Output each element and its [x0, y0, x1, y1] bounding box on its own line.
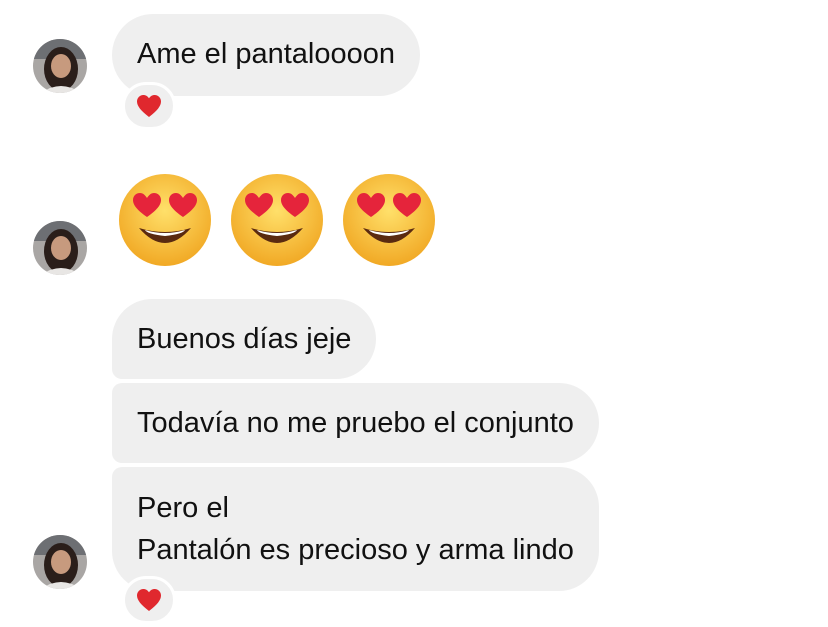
emoji-message[interactable] [117, 172, 437, 268]
message-bubble[interactable]: Pero el Pantalón es precioso y arma lind… [112, 467, 599, 591]
message-text: Ame el pantaloooon [137, 38, 395, 70]
message-text-line: Pero el [137, 492, 229, 524]
message-bubble[interactable]: Buenos días jeje [112, 299, 377, 379]
heart-reaction[interactable] [122, 82, 176, 130]
avatar[interactable] [33, 535, 87, 589]
message-text: Buenos días jeje [137, 323, 352, 355]
message-text: Todavía no me pruebo el conjunto [137, 407, 574, 439]
heart-eyes-emoji [231, 174, 323, 266]
heart-eyes-emoji [119, 174, 211, 266]
heart-icon [137, 95, 161, 117]
heart-reaction[interactable] [122, 576, 176, 624]
avatar[interactable] [33, 39, 87, 93]
message-text-line: Pantalón es precioso y arma lindo [137, 534, 574, 566]
avatar[interactable] [33, 221, 87, 275]
chat-thread: Ame el pantaloooon Buenos días jeje Toda… [0, 0, 828, 627]
message-bubble[interactable]: Todavía no me pruebo el conjunto [112, 383, 599, 463]
heart-icon [137, 589, 161, 611]
heart-eyes-emoji [343, 174, 435, 266]
